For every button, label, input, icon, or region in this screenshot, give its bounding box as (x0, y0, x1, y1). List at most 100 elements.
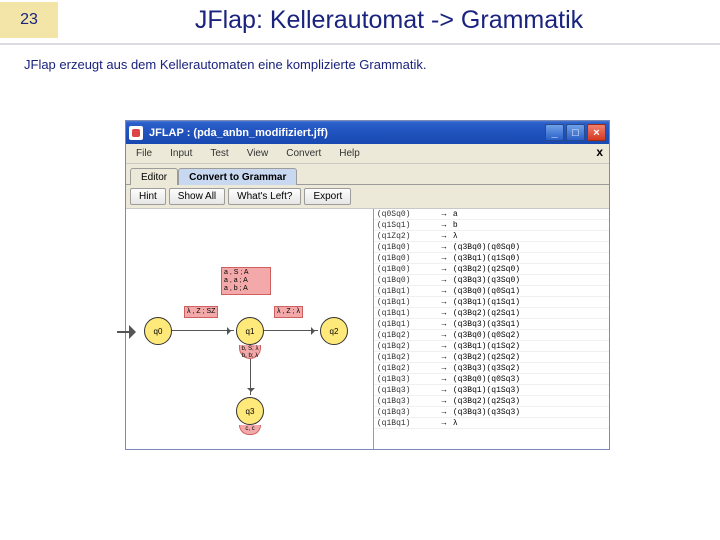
grammar-rhs: b (453, 221, 606, 230)
state-q1[interactable]: q1 (236, 317, 264, 345)
slide-subtitle: JFlap erzeugt aus dem Kellerautomaten ei… (0, 45, 720, 72)
tab-editor[interactable]: Editor (130, 168, 178, 185)
grammar-rhs: λ (453, 232, 606, 241)
arrow-icon: → (435, 210, 453, 219)
arrow-icon: → (435, 364, 453, 373)
grammar-row[interactable]: (q1Bq2)→(q3Bq0)(q0Sq2) (374, 330, 609, 341)
grammar-lhs: (q1Sq1) (377, 221, 435, 230)
minimize-icon: _ (551, 127, 557, 139)
menu-convert[interactable]: Convert (280, 146, 327, 161)
close-icon: × (593, 127, 599, 139)
slide-title: JFlap: Kellerautomat -> Grammatik (58, 0, 720, 39)
arrow-icon: → (435, 287, 453, 296)
menu-file[interactable]: File (130, 146, 158, 161)
grammar-panel[interactable]: (q0Sq0)→a(q1Sq1)→b(q1Zq2)→λ(q1Bq0)→(q3Bq… (374, 209, 609, 449)
arrow-icon: → (435, 221, 453, 230)
arrow-icon: → (435, 342, 453, 351)
grammar-rhs: (q3Bq3)(q3Sq0) (453, 276, 606, 285)
app-icon (129, 126, 143, 140)
grammar-rhs: (q3Bq3)(q3Sq3) (453, 408, 606, 417)
menu-help[interactable]: Help (333, 146, 366, 161)
grammar-row[interactable]: (q1Bq3)→(q3Bq1)(q1Sq3) (374, 385, 609, 396)
grammar-row[interactable]: (q1Bq1)→λ (374, 418, 609, 429)
hint-button[interactable]: Hint (130, 188, 166, 205)
window-title: JFLAP : (pda_anbn_modifiziert.jff) (149, 127, 545, 139)
export-button[interactable]: Export (304, 188, 351, 205)
grammar-rhs: (q3Bq1)(q1Sq2) (453, 342, 606, 351)
arrow-icon: → (435, 397, 453, 406)
grammar-rhs: (q3Bq3)(q3Sq2) (453, 364, 606, 373)
grammar-lhs: (q1Bq2) (377, 342, 435, 351)
minimize-button[interactable]: _ (545, 124, 564, 141)
arrow-icon: → (435, 298, 453, 307)
grammar-row[interactable]: (q1Bq0)→(q3Bq2)(q2Sq0) (374, 264, 609, 275)
automaton-canvas[interactable]: q0 q1 q2 q3 a , S ; A a , a ; A a , b ; … (126, 209, 374, 449)
arrow-icon: → (435, 375, 453, 384)
menu-input[interactable]: Input (164, 146, 198, 161)
maximize-button[interactable]: □ (566, 124, 585, 141)
whats-left-button[interactable]: What's Left? (228, 188, 301, 205)
grammar-lhs: (q1Bq2) (377, 364, 435, 373)
state-q0[interactable]: q0 (144, 317, 172, 345)
menu-view[interactable]: View (241, 146, 275, 161)
tab-convert-to-grammar[interactable]: Convert to Grammar (178, 168, 297, 185)
transition-q0-q1-label: λ , Z ; SZ (184, 306, 218, 318)
arrow-icon: → (435, 243, 453, 252)
grammar-row[interactable]: (q1Bq0)→(q3Bq3)(q3Sq0) (374, 275, 609, 286)
arrow-icon: → (435, 254, 453, 263)
grammar-rhs: (q3Bq2)(q2Sq2) (453, 353, 606, 362)
grammar-row[interactable]: (q1Bq0)→(q3Bq1)(q1Sq0) (374, 253, 609, 264)
grammar-row[interactable]: (q1Bq3)→(q3Bq2)(q2Sq3) (374, 396, 609, 407)
grammar-row[interactable]: (q1Bq1)→(q3Bq2)(q2Sq1) (374, 308, 609, 319)
grammar-row[interactable]: (q1Bq2)→(q3Bq2)(q2Sq2) (374, 352, 609, 363)
maximize-icon: □ (572, 127, 579, 139)
grammar-row[interactable]: (q1Bq1)→(q3Bq1)(q1Sq1) (374, 297, 609, 308)
grammar-row[interactable]: (q1Sq1)→b (374, 220, 609, 231)
grammar-row[interactable]: (q1Bq2)→(q3Bq3)(q3Sq2) (374, 363, 609, 374)
grammar-lhs: (q1Bq2) (377, 353, 435, 362)
grammar-lhs: (q1Bq0) (377, 276, 435, 285)
grammar-rhs: (q3Bq0)(q0Sq2) (453, 331, 606, 340)
grammar-rhs: (q3Bq2)(q2Sq3) (453, 397, 606, 406)
grammar-rhs: (q3Bq0)(q0Sq1) (453, 287, 606, 296)
tabbar: Editor Convert to Grammar (126, 164, 609, 185)
transition-q0-self: a , S ; A a , a ; A a , b ; A (221, 267, 271, 295)
close-button[interactable]: × (587, 124, 606, 141)
grammar-rhs: (q3Bq2)(q2Sq0) (453, 265, 606, 274)
arrow-icon: → (435, 419, 453, 428)
grammar-lhs: (q1Bq3) (377, 408, 435, 417)
show-all-button[interactable]: Show All (169, 188, 225, 205)
grammar-lhs: (q1Bq1) (377, 419, 435, 428)
grammar-row[interactable]: (q1Bq1)→(q3Bq0)(q0Sq1) (374, 286, 609, 297)
grammar-row[interactable]: (q1Bq0)→(q3Bq0)(q0Sq0) (374, 242, 609, 253)
grammar-lhs: (q1Bq1) (377, 320, 435, 329)
grammar-lhs: (q1Bq3) (377, 375, 435, 384)
grammar-lhs: (q1Bq1) (377, 309, 435, 318)
grammar-rhs: (q3Bq0)(q0Sq0) (453, 243, 606, 252)
grammar-lhs: (q1Bq0) (377, 265, 435, 274)
state-q3[interactable]: q3 (236, 397, 264, 425)
arrow-icon: → (435, 320, 453, 329)
edge-q0-q1 (172, 330, 234, 331)
grammar-lhs: (q1Bq1) (377, 298, 435, 307)
grammar-rhs: a (453, 210, 606, 219)
menu-test[interactable]: Test (204, 146, 234, 161)
arrow-icon: → (435, 309, 453, 318)
titlebar[interactable]: JFLAP : (pda_anbn_modifiziert.jff) _ □ × (126, 121, 609, 144)
grammar-rhs: (q3Bq1)(q1Sq0) (453, 254, 606, 263)
grammar-row[interactable]: (q1Bq3)→(q3Bq0)(q0Sq3) (374, 374, 609, 385)
edge-q1-q2 (264, 330, 318, 331)
grammar-rhs: (q3Bq0)(q0Sq3) (453, 375, 606, 384)
state-q2[interactable]: q2 (320, 317, 348, 345)
grammar-row[interactable]: (q1Bq3)→(q3Bq3)(q3Sq3) (374, 407, 609, 418)
grammar-row[interactable]: (q0Sq0)→a (374, 209, 609, 220)
grammar-row[interactable]: (q1Zq2)→λ (374, 231, 609, 242)
grammar-row[interactable]: (q1Bq1)→(q3Bq3)(q3Sq1) (374, 319, 609, 330)
arrow-icon: → (435, 265, 453, 274)
arrow-icon: → (435, 386, 453, 395)
toolbar: Hint Show All What's Left? Export (126, 185, 609, 209)
grammar-rhs: (q3Bq1)(q1Sq3) (453, 386, 606, 395)
slide-number: 23 (20, 11, 38, 29)
grammar-row[interactable]: (q1Bq2)→(q3Bq1)(q1Sq2) (374, 341, 609, 352)
inner-close-icon[interactable]: x (596, 145, 603, 159)
